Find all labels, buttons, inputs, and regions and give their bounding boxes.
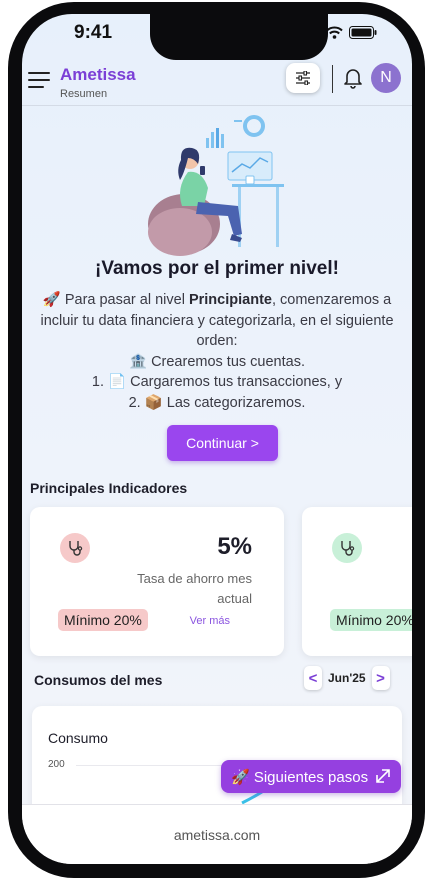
indicator-icon-wrap (60, 533, 90, 563)
chart-title: Consumo (48, 730, 108, 746)
hero-intro-prefix: 🚀 Para pasar al nivel (42, 292, 189, 308)
footer-domain[interactable]: ametissa.com (22, 827, 412, 843)
battery-icon (349, 26, 377, 39)
indicator-badge: Mínimo 20% (58, 609, 148, 631)
prev-month-button[interactable]: < (304, 666, 322, 690)
current-month: Jun'25 (328, 671, 366, 685)
notch (150, 14, 328, 60)
step-item: 🏦 Crearemos tus cuentas. (128, 353, 305, 370)
see-more-link[interactable]: Ver más (190, 615, 230, 627)
page-subtitle: Resumen (60, 88, 108, 100)
indicator-label: Tasa de ahorro mes actual (137, 571, 252, 606)
avatar[interactable]: N (371, 63, 401, 93)
indicator-badge: Mínimo 20% (330, 609, 412, 631)
step-item: 2. 📦 Las categorizaremos. (128, 394, 306, 411)
month-selector: < Jun'25 > (304, 666, 390, 690)
stethoscope-icon (69, 541, 83, 556)
next-month-button[interactable]: > (371, 666, 390, 690)
bell-icon[interactable] (342, 66, 364, 90)
step-item: 1. 📄 Cargaremos tus transacciones, y (91, 374, 343, 390)
continue-button[interactable]: Continuar > (167, 425, 278, 461)
app-header: Ametissa Resumen N (22, 60, 412, 106)
hero-illustration (148, 115, 284, 256)
header-divider (332, 65, 333, 93)
stethoscope-icon (341, 541, 355, 556)
indicator-card: 5% Tasa de ahorro mes actual Mínimo 20% … (30, 507, 284, 656)
footer-bar: ametissa.com (22, 804, 412, 864)
indicator-icon-wrap (332, 533, 362, 563)
expand-arrow-icon (376, 769, 390, 783)
status-time: 9:41 (74, 22, 113, 43)
next-steps-button[interactable]: 🚀 Siguientes pasos (221, 760, 401, 793)
app-screen: 9:41 Ametissa Resumen N ¡Vamos por el pr… (22, 14, 412, 864)
level-name: Principiante (188, 292, 272, 308)
indicator-card: Mínimo 20% (302, 507, 412, 656)
indicators-title: Principales Indicadores (30, 480, 188, 496)
menu-icon[interactable] (28, 72, 50, 88)
wifi-icon (326, 26, 343, 39)
app-title: Ametissa (60, 65, 136, 84)
next-steps-label: 🚀 Siguientes pasos (231, 768, 369, 786)
consumos-title: Consumos del mes (34, 672, 163, 688)
y-tick-label: 200 (48, 759, 65, 770)
sliders-icon (296, 71, 310, 85)
hero-description: 🚀 Para pasar al nivel Principiante, come… (30, 290, 404, 413)
filter-button[interactable] (286, 63, 320, 93)
hero-title: ¡Vamos por el primer nivel! (95, 258, 339, 279)
indicator-value: 5% (217, 533, 252, 560)
